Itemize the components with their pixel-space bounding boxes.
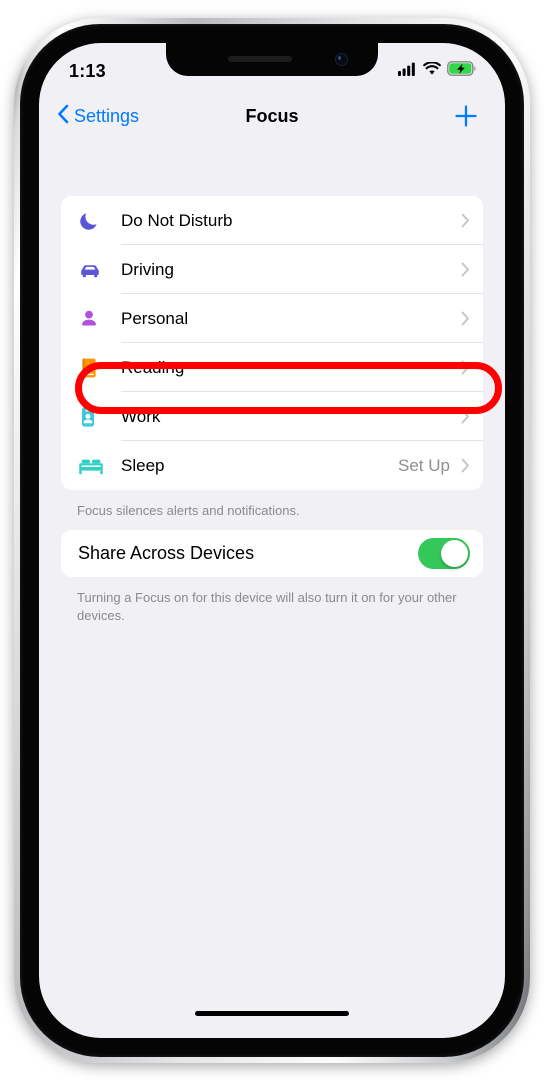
focus-list-footnote: Focus silences alerts and notifications. [77, 503, 300, 518]
device-screen: 1:13 Settings Focus Do Not Disturb Drivi… [39, 43, 505, 1038]
focus-row-personal[interactable]: Personal [61, 294, 483, 343]
chevron-left-icon [57, 104, 69, 129]
focus-row-value: Set Up [398, 455, 450, 475]
focus-row-label: Driving [121, 259, 174, 279]
status-icons [398, 60, 477, 81]
settings-content: Do Not Disturb Driving Personal Reading … [39, 143, 505, 1038]
home-indicator [195, 1011, 349, 1016]
focus-row-driving[interactable]: Driving [61, 245, 483, 294]
device-bezel: 1:13 Settings Focus Do Not Disturb Drivi… [20, 24, 524, 1057]
chevron-right-icon [459, 360, 483, 375]
focus-row-work[interactable]: Work [61, 392, 483, 441]
status-time: 1:13 [69, 60, 106, 81]
id-badge-icon [78, 405, 110, 429]
earpiece-speaker [228, 56, 292, 62]
share-across-devices-row[interactable]: Share Across Devices [61, 530, 483, 577]
book-icon [78, 356, 110, 380]
back-button-label: Settings [74, 105, 140, 126]
chevron-right-icon [459, 311, 483, 326]
focus-row-label: Sleep [121, 455, 165, 475]
toggle-knob [441, 540, 468, 568]
focus-row-label: Work [121, 406, 161, 426]
chevron-right-icon [459, 458, 483, 473]
focus-row-sleep[interactable]: Sleep Set Up [61, 441, 483, 490]
chevron-right-icon [459, 409, 483, 424]
cellular-bars-icon [398, 62, 417, 81]
back-button-settings[interactable]: Settings [57, 104, 139, 129]
device-frame: 1:13 Settings Focus Do Not Disturb Drivi… [14, 18, 530, 1063]
share-across-devices-toggle[interactable] [418, 538, 470, 570]
plus-icon [453, 105, 479, 133]
share-across-devices-footnote: Turning a Focus on for this device will … [77, 590, 457, 623]
share-across-devices-label: Share Across Devices [78, 543, 255, 564]
focus-row-label: Reading [121, 357, 185, 377]
chevron-right-icon [459, 213, 483, 228]
car-icon [78, 258, 110, 282]
focus-row-label: Do Not Disturb [121, 210, 233, 230]
front-camera-icon [335, 53, 348, 66]
add-focus-button[interactable] [453, 103, 479, 129]
nav-bar: Settings Focus [39, 89, 505, 143]
notch [166, 43, 378, 76]
person-icon [78, 308, 110, 330]
moon-icon [78, 210, 110, 232]
share-across-devices-card: Share Across Devices [61, 530, 483, 578]
chevron-right-icon [459, 262, 483, 277]
focus-row-reading[interactable]: Reading [61, 343, 483, 392]
battery-charging-icon [447, 61, 477, 81]
bed-icon [78, 456, 110, 476]
focus-list-card: Do Not Disturb Driving Personal Reading … [61, 196, 483, 490]
focus-row-do-not-disturb[interactable]: Do Not Disturb [61, 196, 483, 245]
wifi-icon [423, 60, 441, 81]
focus-row-label: Personal [121, 308, 189, 328]
